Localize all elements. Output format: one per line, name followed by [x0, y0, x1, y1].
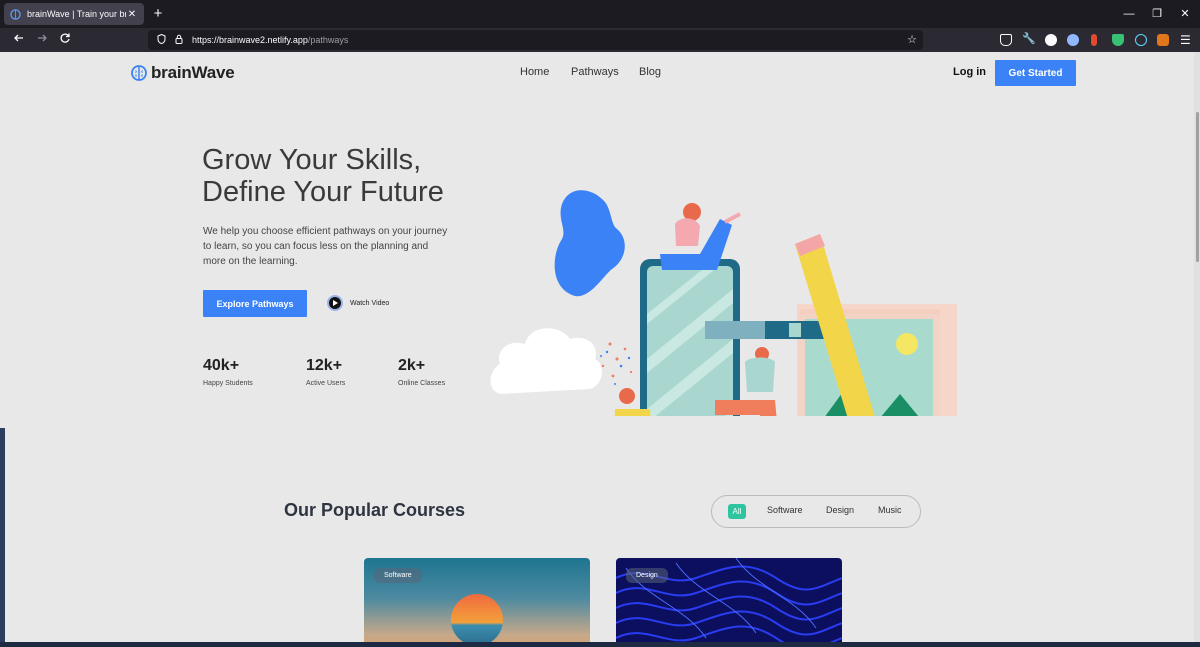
stat-value: 2k+: [398, 357, 426, 374]
menu-hamburger-icon[interactable]: ☰: [1180, 34, 1192, 46]
course-card-design[interactable]: Design: [616, 558, 842, 642]
tab-title: brainWave | Train your brain: [27, 9, 126, 19]
forward-arrow-icon[interactable]: [33, 31, 51, 49]
play-icon: [327, 295, 343, 311]
watch-video-label: Watch Video: [350, 299, 390, 307]
extension-b-icon[interactable]: [1045, 34, 1057, 46]
stat-label: Active Users: [306, 380, 346, 387]
new-tab-button[interactable]: +: [150, 4, 166, 24]
scrollbar-thumb[interactable]: [1196, 112, 1199, 262]
course-tag: Software: [374, 568, 422, 583]
get-started-button[interactable]: Get Started: [995, 60, 1076, 86]
web-page: brainWave Home Pathways Blog Log in Get …: [0, 52, 1200, 642]
restore-button[interactable]: ❐: [1149, 4, 1165, 24]
url-host: https://brainwave2.netlify.app: [192, 35, 308, 45]
extension-globe-icon[interactable]: [1067, 34, 1079, 46]
extension-red-icon[interactable]: [1091, 34, 1097, 46]
address-bar[interactable]: https://brainwave2.netlify.app/pathways …: [148, 30, 923, 50]
stat-label: Online Classes: [398, 380, 446, 387]
logo-text: brainWave: [151, 63, 235, 82]
stat-online-classes: 2k+ Online Classes: [398, 357, 445, 387]
pocket-icon[interactable]: [1000, 34, 1012, 46]
stat-active-users: 12k+ Active Users: [306, 357, 345, 387]
course-filter-group: All Software Design Music: [711, 495, 921, 528]
browser-tab[interactable]: brainWave | Train your brain ✕: [4, 3, 144, 25]
course-card-software[interactable]: Software: [364, 558, 590, 642]
taskbar-edge: [0, 642, 1200, 647]
hero-title: Grow Your Skills, Define Your Future: [202, 144, 502, 208]
extension-shield-green-icon[interactable]: [1112, 34, 1124, 46]
window-close-button[interactable]: ✕: [1177, 4, 1193, 24]
explore-pathways-button[interactable]: Explore Pathways: [203, 290, 307, 317]
stat-value: 40k+: [203, 357, 240, 374]
stat-value: 12k+: [306, 357, 343, 374]
url-path: /pathways: [307, 35, 349, 45]
page-scrollbar[interactable]: [1194, 52, 1200, 642]
reload-icon[interactable]: [56, 31, 74, 49]
wrench-icon[interactable]: 🔧: [1022, 33, 1036, 45]
nav-home[interactable]: Home: [520, 66, 549, 78]
filter-design[interactable]: Design: [826, 505, 854, 515]
brain-favicon-icon: [10, 8, 21, 20]
site-logo[interactable]: brainWave: [131, 63, 235, 83]
hero-title-line-2: Define Your Future: [202, 176, 444, 208]
back-arrow-icon[interactable]: [10, 31, 28, 49]
react-devtools-icon[interactable]: [1135, 34, 1147, 46]
browser-toolbar: https://brainwave2.netlify.app/pathways …: [0, 28, 1200, 52]
lock-icon[interactable]: [174, 34, 184, 46]
hero-illustration: [490, 190, 957, 416]
brain-logo-icon: [131, 65, 147, 81]
metamask-icon[interactable]: [1157, 34, 1169, 46]
hero-title-line-1: Grow Your Skills,: [202, 144, 422, 176]
browser-tab-strip: brainWave | Train your brain ✕ + — ❐ ✕: [0, 0, 1200, 28]
nav-blog[interactable]: Blog: [639, 66, 661, 78]
nav-pathways[interactable]: Pathways: [571, 66, 619, 78]
course-tag: Design: [626, 568, 668, 583]
window-edge: [0, 428, 5, 642]
tab-close-icon[interactable]: ✕: [126, 9, 138, 20]
filter-music[interactable]: Music: [878, 505, 902, 515]
watch-video-button[interactable]: Watch Video: [327, 295, 389, 311]
filter-software[interactable]: Software: [767, 505, 803, 515]
login-link[interactable]: Log in: [953, 66, 986, 78]
shield-icon[interactable]: [156, 33, 166, 46]
stat-label: Happy Students: [203, 380, 253, 387]
hero-description: We help you choose efficient pathways on…: [203, 226, 448, 267]
bookmark-star-icon[interactable]: ☆: [907, 33, 917, 46]
filter-all[interactable]: All: [728, 504, 746, 519]
courses-title: Our Popular Courses: [284, 500, 466, 520]
minimize-button[interactable]: —: [1121, 4, 1137, 24]
stat-happy-students: 40k+ Happy Students: [203, 357, 253, 387]
